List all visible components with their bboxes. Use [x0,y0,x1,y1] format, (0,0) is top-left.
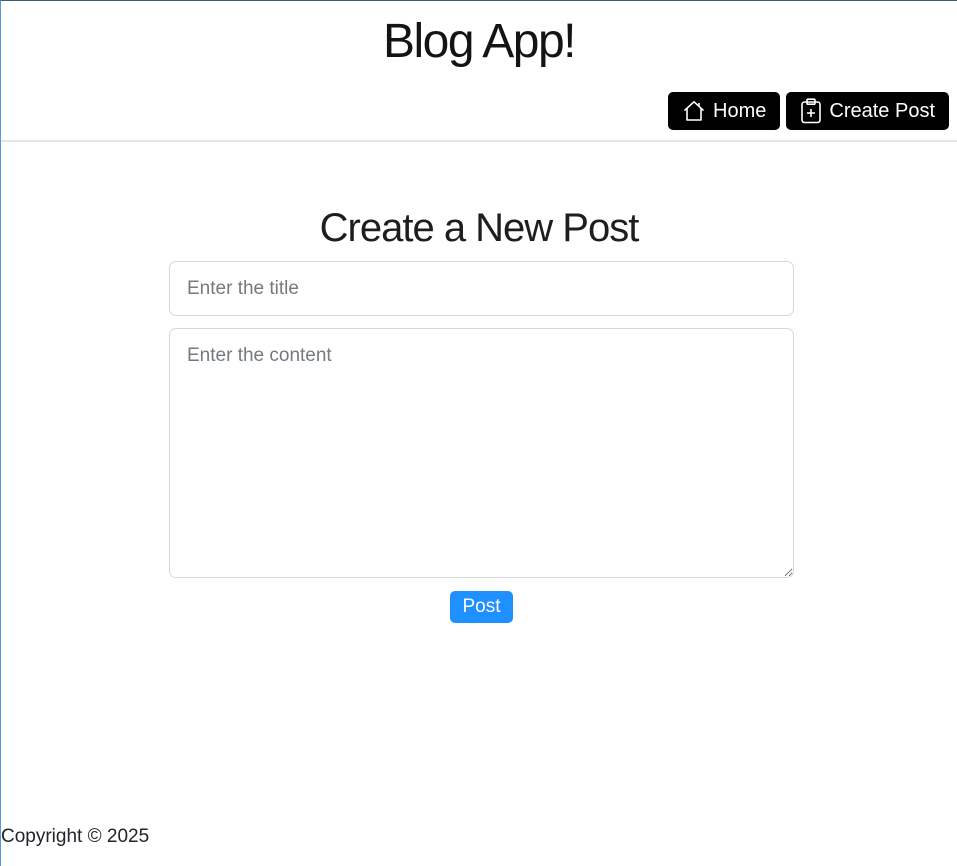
create-post-nav-button[interactable]: Create Post [786,92,949,130]
form-heading: Create a New Post [319,206,640,250]
home-nav-label: Home [713,99,767,122]
content-textarea[interactable] [169,328,794,578]
page: Blog App! Home Create Post Create a New … [0,0,957,866]
clipboard-plus-icon [800,98,822,124]
home-nav-button[interactable]: Home [668,92,781,130]
app-header: Blog App! Home Create Post [1,1,957,142]
home-icon [682,99,706,123]
footer-copyright: Copyright © 2025 [1,826,150,847]
create-post-nav-label: Create Post [829,99,935,122]
post-button[interactable]: Post [450,591,513,623]
app-title: Blog App! [383,15,577,68]
title-input[interactable] [169,261,794,316]
top-nav: Home Create Post [668,92,949,130]
